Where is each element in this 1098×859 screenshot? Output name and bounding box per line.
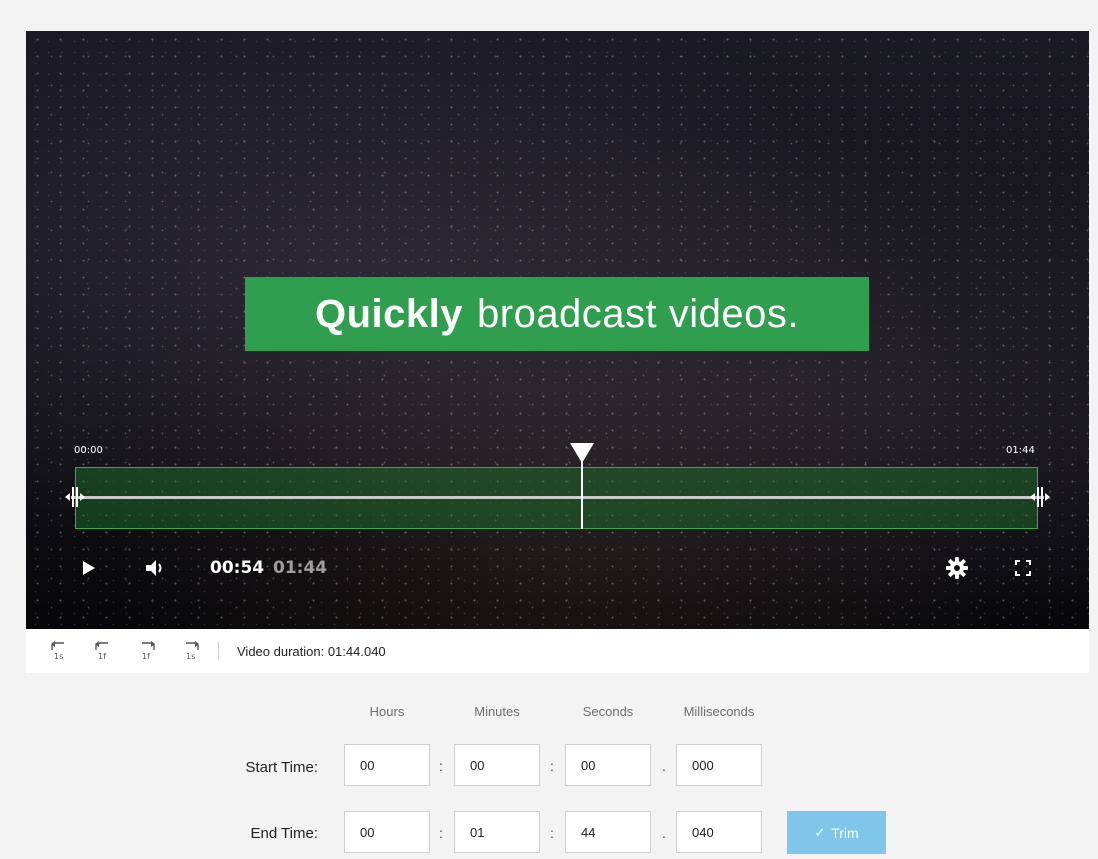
caption-text: broadcast videos. (477, 291, 800, 336)
drag-handle-icon (1030, 487, 1050, 507)
timeline-track[interactable] (71, 496, 1044, 499)
start-seconds-input[interactable] (565, 744, 651, 786)
time-separator: : (439, 825, 443, 841)
rewind-1s-button[interactable]: 1s (46, 638, 72, 664)
svg-text:1s: 1s (186, 652, 195, 661)
hours-header: Hours (369, 704, 405, 719)
current-time: 00:54 (210, 558, 265, 578)
time-separator: : (439, 758, 443, 774)
time-separator: : (550, 758, 554, 774)
end-time-label: End Time: (250, 825, 318, 842)
play-icon (83, 561, 95, 575)
end-seconds-input[interactable] (565, 811, 651, 853)
video-duration-text: Video duration: 01:44.040 (237, 643, 386, 659)
gear-icon (946, 557, 968, 579)
play-button[interactable] (76, 555, 102, 581)
milliseconds-header: Milliseconds (683, 704, 755, 719)
video-player[interactable]: Quickly broadcast videos. 00:00 01:44 00… (26, 31, 1089, 629)
end-hours-input[interactable] (344, 811, 430, 853)
playhead-line (581, 461, 583, 529)
toolbar-divider (218, 642, 219, 660)
volume-button[interactable] (143, 555, 169, 581)
drag-handle-icon (65, 487, 85, 507)
end-minutes-input[interactable] (454, 811, 540, 853)
seconds-header: Seconds (582, 704, 634, 719)
time-separator: : (550, 825, 554, 841)
start-minutes-input[interactable] (454, 744, 540, 786)
minutes-header: Minutes (474, 704, 520, 719)
ms-separator: . (662, 825, 666, 841)
start-time-label: Start Time: (245, 759, 318, 776)
playhead-handle[interactable] (570, 443, 594, 463)
forward-one-frame-icon: 1f (142, 641, 155, 661)
svg-text:1f: 1f (142, 652, 150, 661)
forward-1s-button[interactable]: 1s (178, 638, 204, 664)
svg-text:1s: 1s (54, 652, 63, 661)
trim-start-handle[interactable] (64, 485, 86, 509)
caption-bold-text: Quickly (314, 291, 463, 336)
forward-one-second-icon: 1s (186, 641, 199, 661)
trim-button[interactable]: ✓ Trim (787, 811, 886, 854)
forward-1f-button[interactable]: 1f (134, 638, 160, 664)
rewind-one-second-icon: 1s (51, 641, 64, 661)
trim-end-handle[interactable] (1029, 485, 1051, 509)
start-milliseconds-input[interactable] (676, 744, 762, 786)
fullscreen-icon (1015, 560, 1031, 576)
trim-end-time-label: 01:44 (1006, 445, 1035, 456)
trim-button-label: Trim (831, 824, 859, 841)
total-time: 01:44 (273, 558, 328, 578)
end-milliseconds-input[interactable] (676, 811, 762, 853)
rewind-one-frame-icon: 1f (95, 641, 108, 661)
check-icon: ✓ (814, 824, 826, 840)
start-hours-input[interactable] (344, 744, 430, 786)
frame-step-toolbar: 1s 1f 1f 1s Video duration: 01:44.040 (26, 629, 1089, 673)
video-caption: Quickly broadcast videos. (245, 277, 869, 351)
ms-separator: . (662, 758, 666, 774)
fullscreen-button[interactable] (1010, 555, 1036, 581)
svg-text:1f: 1f (98, 652, 106, 661)
volume-icon (146, 560, 162, 576)
settings-button[interactable] (944, 555, 970, 581)
trim-start-time-label: 00:00 (74, 445, 103, 456)
rewind-1f-button[interactable]: 1f (90, 638, 116, 664)
